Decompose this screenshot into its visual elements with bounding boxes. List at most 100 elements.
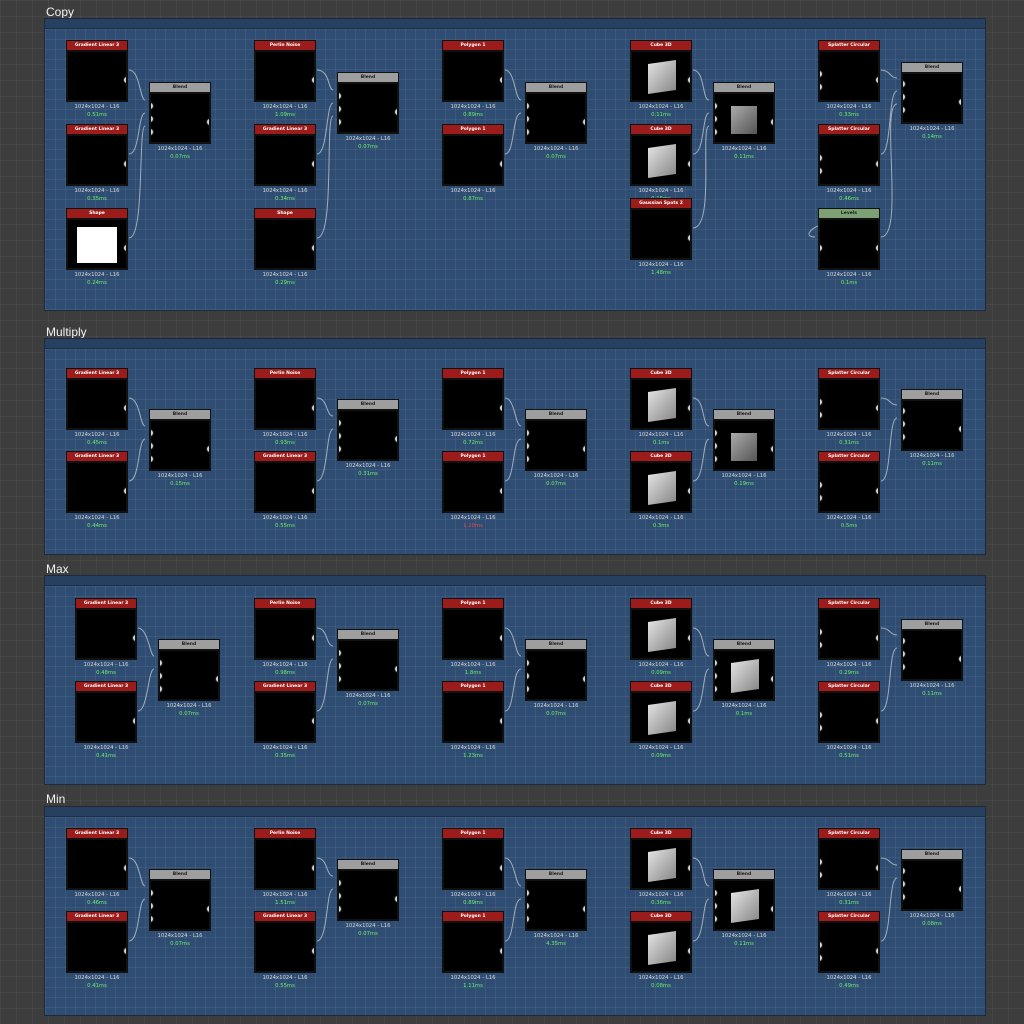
- output-port[interactable]: [875, 717, 878, 725]
- input-port[interactable]: [527, 102, 530, 110]
- node-gradient-linear[interactable]: Gradient Linear 3 1024x1024 - L16 0.46ms: [66, 828, 128, 906]
- input-port[interactable]: [527, 429, 530, 437]
- input-port[interactable]: [160, 672, 163, 680]
- output-port[interactable]: [311, 76, 314, 84]
- node-blend[interactable]: Blend 1024x1024 - L16 0.1ms: [713, 639, 775, 717]
- frame-header-bar[interactable]: [45, 339, 985, 349]
- node-blend[interactable]: Blend 1024x1024 - L16 4.35ms: [525, 869, 587, 947]
- input-port[interactable]: [527, 902, 530, 910]
- input-port[interactable]: [527, 115, 530, 123]
- output-port[interactable]: [311, 864, 314, 872]
- node-levels[interactable]: Levels 1024x1024 - L16 0.1ms: [818, 208, 880, 286]
- output-port[interactable]: [499, 404, 502, 412]
- output-port[interactable]: [958, 425, 961, 433]
- node-perlin-noise[interactable]: Perlin Noise 1024x1024 - L16 1.51ms: [254, 828, 316, 906]
- node-cube-3d[interactable]: Cube 3D 1024x1024 - L16 0.11ms: [630, 40, 692, 118]
- node-splatter-circular[interactable]: Splatter Circular 1024x1024 - L16 0.51ms: [818, 681, 880, 759]
- output-port[interactable]: [770, 905, 773, 913]
- input-port[interactable]: [339, 662, 342, 670]
- input-port[interactable]: [715, 915, 718, 923]
- output-port[interactable]: [132, 717, 135, 725]
- output-port[interactable]: [875, 947, 878, 955]
- frame-header-bar[interactable]: [45, 807, 985, 817]
- node-cube-3d[interactable]: Cube 3D 1024x1024 - L16 0.08ms: [630, 911, 692, 989]
- node-blend[interactable]: Blend 1024x1024 - L16 0.07ms: [525, 639, 587, 717]
- node-blend[interactable]: Blend 1024x1024 - L16 0.07ms: [337, 629, 399, 707]
- input-port[interactable]: [339, 419, 342, 427]
- node-perlin-noise[interactable]: Perlin Noise 1024x1024 - L16 0.93ms: [254, 368, 316, 446]
- node-shape[interactable]: Shape 1024x1024 - L16 0.24ms: [66, 208, 128, 286]
- output-port[interactable]: [687, 864, 690, 872]
- output-port[interactable]: [499, 864, 502, 872]
- output-port[interactable]: [123, 76, 126, 84]
- output-port[interactable]: [311, 160, 314, 168]
- output-port[interactable]: [875, 487, 878, 495]
- input-port[interactable]: [527, 915, 530, 923]
- output-port[interactable]: [206, 445, 209, 453]
- input-port[interactable]: [715, 442, 718, 450]
- node-blend[interactable]: Blend 1024x1024 - L16 0.08ms: [901, 849, 963, 927]
- output-port[interactable]: [311, 634, 314, 642]
- output-port[interactable]: [132, 634, 135, 642]
- node-blend[interactable]: Blend 1024x1024 - L16 0.11ms: [713, 869, 775, 947]
- output-port[interactable]: [958, 98, 961, 106]
- input-port[interactable]: [715, 672, 718, 680]
- output-port[interactable]: [687, 947, 690, 955]
- output-port[interactable]: [206, 905, 209, 913]
- node-polygon[interactable]: Polygon 1 1024x1024 - L16 1.20ms: [442, 451, 504, 529]
- node-blend[interactable]: Blend 1024x1024 - L16 0.31ms: [337, 399, 399, 477]
- input-port[interactable]: [339, 432, 342, 440]
- node-gradient-linear[interactable]: Gradient Linear 3 1024x1024 - L16 0.35ms: [66, 124, 128, 202]
- input-port[interactable]: [151, 442, 154, 450]
- output-port[interactable]: [582, 118, 585, 126]
- input-port[interactable]: [715, 115, 718, 123]
- node-splatter-circular[interactable]: Splatter Circular 1024x1024 - L16 0.31ms: [818, 368, 880, 446]
- input-port[interactable]: [715, 429, 718, 437]
- node-gradient-linear[interactable]: Gradient Linear 3 1024x1024 - L16 0.34ms: [254, 124, 316, 202]
- node-blend[interactable]: Blend 1024x1024 - L16 0.11ms: [713, 82, 775, 160]
- output-port[interactable]: [394, 108, 397, 116]
- node-polygon[interactable]: Polygon 1 1024x1024 - L16 0.89ms: [442, 828, 504, 906]
- node-gradient-linear[interactable]: Gradient Linear 3 1024x1024 - L16 0.45ms: [66, 368, 128, 446]
- node-splatter-circular[interactable]: Splatter Circular 1024x1024 - L16 0.5ms: [818, 451, 880, 529]
- node-cube-3d[interactable]: Cube 3D 1024x1024 - L16 0.15ms: [630, 124, 692, 202]
- node-blend[interactable]: Blend 1024x1024 - L16 0.07ms: [158, 639, 220, 717]
- frame-header-bar[interactable]: [45, 19, 985, 29]
- input-port[interactable]: [339, 105, 342, 113]
- node-gradient-linear[interactable]: Gradient Linear 3 1024x1024 - L16 0.44ms: [66, 451, 128, 529]
- node-gaussian-spots[interactable]: Gaussian Spots 2 1024x1024 - L16 1.48ms: [630, 198, 692, 276]
- node-blend[interactable]: Blend 1024x1024 - L16 0.07ms: [525, 82, 587, 160]
- node-blend[interactable]: Blend 1024x1024 - L16 0.07ms: [337, 72, 399, 150]
- output-port[interactable]: [687, 717, 690, 725]
- output-port[interactable]: [311, 404, 314, 412]
- output-port[interactable]: [687, 234, 690, 242]
- output-port[interactable]: [123, 864, 126, 872]
- input-port[interactable]: [715, 455, 718, 463]
- output-port[interactable]: [123, 244, 126, 252]
- input-port[interactable]: [527, 659, 530, 667]
- node-blend[interactable]: Blend 1024x1024 - L16 0.15ms: [149, 409, 211, 487]
- node-perlin-noise[interactable]: Perlin Noise 1024x1024 - L16 0.98ms: [254, 598, 316, 676]
- input-port[interactable]: [151, 429, 154, 437]
- output-port[interactable]: [123, 160, 126, 168]
- output-port[interactable]: [582, 905, 585, 913]
- input-port[interactable]: [339, 675, 342, 683]
- output-port[interactable]: [875, 404, 878, 412]
- output-port[interactable]: [311, 947, 314, 955]
- input-port[interactable]: [527, 455, 530, 463]
- node-blend[interactable]: Blend 1024x1024 - L16 0.11ms: [901, 619, 963, 697]
- output-port[interactable]: [687, 76, 690, 84]
- output-port[interactable]: [875, 160, 878, 168]
- output-port[interactable]: [123, 487, 126, 495]
- node-cube-3d[interactable]: Cube 3D 1024x1024 - L16 0.36ms: [630, 828, 692, 906]
- node-gradient-linear[interactable]: Gradient Linear 3 1024x1024 - L16 0.51ms: [66, 40, 128, 118]
- input-port[interactable]: [715, 685, 718, 693]
- output-port[interactable]: [123, 947, 126, 955]
- output-port[interactable]: [394, 435, 397, 443]
- output-port[interactable]: [582, 675, 585, 683]
- node-blend[interactable]: Blend 1024x1024 - L16 0.11ms: [901, 389, 963, 467]
- input-port[interactable]: [151, 102, 154, 110]
- input-port[interactable]: [151, 128, 154, 136]
- input-port[interactable]: [527, 889, 530, 897]
- output-port[interactable]: [499, 947, 502, 955]
